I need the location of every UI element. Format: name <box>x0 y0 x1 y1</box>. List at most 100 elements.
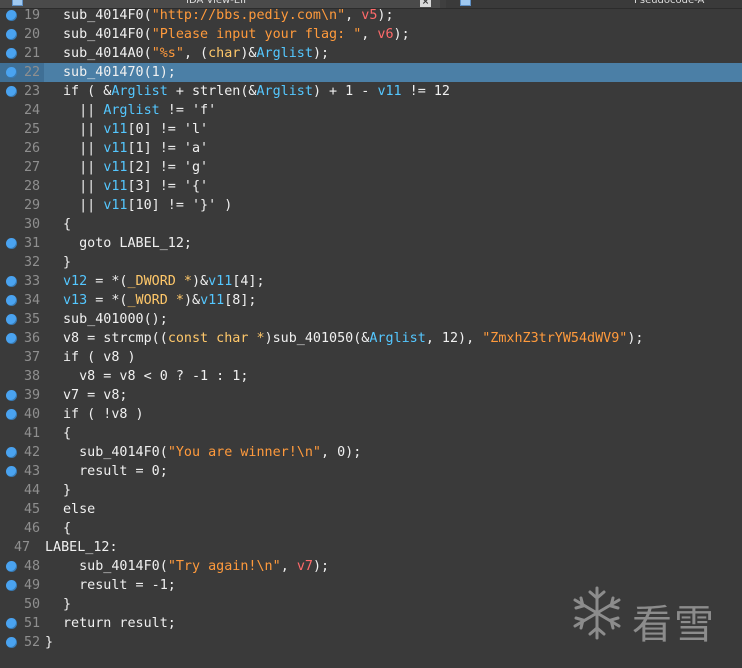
code-line-43[interactable]: 43 result = 0; <box>0 462 742 481</box>
line-number: 21 <box>24 46 41 61</box>
code-text: if ( &Arglist + strlen(&Arglist) + 1 - v… <box>63 84 450 99</box>
code-line-41[interactable]: 41 { <box>0 424 742 443</box>
code-line-42[interactable]: 42 sub_4014F0("You are winner!\n", 0); <box>0 443 742 462</box>
code-line-31[interactable]: 31 goto LABEL_12; <box>0 234 742 253</box>
line-number: 37 <box>24 350 41 365</box>
line-number: 43 <box>24 464 41 479</box>
line-number: 28 <box>24 179 41 194</box>
code-line-32[interactable]: 32} <box>0 253 742 272</box>
line-number: 51 <box>24 616 41 631</box>
line-number: 33 <box>24 274 41 289</box>
line-number: 24 <box>24 103 41 118</box>
code-text: v8 = v8 < 0 ? -1 : 1; <box>63 369 249 384</box>
breakpoint-icon[interactable] <box>6 276 17 287</box>
breakpoint-icon[interactable] <box>6 466 17 477</box>
code-line-50[interactable]: 50} <box>0 595 742 614</box>
line-number: 22 <box>24 65 41 80</box>
line-number: 34 <box>24 293 41 308</box>
code-text: sub_4014F0("Try again!\n", v7); <box>63 559 330 574</box>
line-number: 46 <box>24 521 41 536</box>
code-line-27[interactable]: 27 || v11[2] != 'g' <box>0 158 742 177</box>
code-line-30[interactable]: 30 { <box>0 215 742 234</box>
code-line-40[interactable]: 40 if ( !v8 ) <box>0 405 742 424</box>
line-number: 30 <box>24 217 41 232</box>
line-number: 41 <box>24 426 41 441</box>
breakpoint-icon[interactable] <box>6 29 17 40</box>
code-text: v8 = strcmp((const char *)sub_401050(&Ar… <box>63 331 644 346</box>
code-line-51[interactable]: 51 return result; <box>0 614 742 633</box>
watermark-text: 看雪 <box>632 602 716 648</box>
code-line-23[interactable]: 23 if ( &Arglist + strlen(&Arglist) + 1 -… <box>0 82 742 101</box>
code-line-34[interactable]: 34 v13 = *(_WORD *)&v11[8]; <box>0 291 742 310</box>
code-text: v12 = *(_DWORD *)&v11[4]; <box>63 274 265 289</box>
breakpoint-icon[interactable] <box>6 409 17 420</box>
code-text: { <box>63 521 72 536</box>
code-line-29[interactable]: 29 || v11[10] != '}' ) <box>0 196 742 215</box>
code-line-36[interactable]: 36 v8 = strcmp((const char *)sub_401050(&… <box>0 329 742 348</box>
line-number: 35 <box>24 312 41 327</box>
code-text: if ( v8 ) <box>63 350 136 365</box>
breakpoint-icon[interactable] <box>6 67 17 78</box>
code-line-38[interactable]: 38 v8 = v8 < 0 ? -1 : 1; <box>0 367 742 386</box>
code-text: sub_4014F0("http://bbs.pediy.com\n", v5)… <box>63 8 394 23</box>
code-line-35[interactable]: 35 sub_401000(); <box>0 310 742 329</box>
code-line-37[interactable]: 37 if ( v8 ) <box>0 348 742 367</box>
code-line-52[interactable]: 52} <box>0 633 742 652</box>
code-line-25[interactable]: 25 || v11[0] != 'l' <box>0 120 742 139</box>
code-line-26[interactable]: 26 || v11[1] != 'a' <box>0 139 742 158</box>
line-number: 48 <box>24 559 41 574</box>
code-line-48[interactable]: 48 sub_4014F0("Try again!\n", v7); <box>0 557 742 576</box>
code-text: || v11[0] != 'l' <box>63 122 209 137</box>
breakpoint-icon[interactable] <box>6 86 17 97</box>
code-text: sub_4014F0("Please input your flag: ", v… <box>63 27 410 42</box>
code-text: v7 = v8; <box>63 388 128 403</box>
pseudocode-view[interactable]: 19 sub_4014F0("http://bbs.pediy.com\n", v… <box>0 6 742 652</box>
code-text: || v11[3] != '{' <box>63 179 209 194</box>
code-line-39[interactable]: 39 v7 = v8; <box>0 386 742 405</box>
line-number: 19 <box>24 8 41 23</box>
breakpoint-icon[interactable] <box>6 10 17 21</box>
code-text: return result; <box>63 616 176 631</box>
code-line-19[interactable]: 19 sub_4014F0("http://bbs.pediy.com\n", v… <box>0 6 742 25</box>
breakpoint-icon[interactable] <box>6 561 17 572</box>
code-line-46[interactable]: 46 { <box>0 519 742 538</box>
code-line-22-current[interactable]: 22 sub_401470(1); <box>0 63 742 82</box>
breakpoint-icon[interactable] <box>6 580 17 591</box>
code-line-20[interactable]: 20 sub_4014F0("Please input your flag: ",… <box>0 25 742 44</box>
breakpoint-icon[interactable] <box>6 295 17 306</box>
breakpoint-icon[interactable] <box>6 238 17 249</box>
code-line-45[interactable]: 45 else <box>0 500 742 519</box>
code-text: } <box>45 635 54 650</box>
line-number: 47 <box>14 540 31 555</box>
breakpoint-icon[interactable] <box>6 447 17 458</box>
line-number: 29 <box>24 198 41 213</box>
line-number: 31 <box>24 236 41 251</box>
breakpoint-icon[interactable] <box>6 618 17 629</box>
line-number: 27 <box>24 160 41 175</box>
code-text: || v11[10] != '}' ) <box>63 198 233 213</box>
line-number: 20 <box>24 27 41 42</box>
breakpoint-icon[interactable] <box>6 333 17 344</box>
code-line-21[interactable]: 21 sub_4014A0("%s", (char)&Arglist); <box>0 44 742 63</box>
code-line-33[interactable]: 33 v12 = *(_DWORD *)&v11[4]; <box>0 272 742 291</box>
code-text: result = 0; <box>63 464 168 479</box>
line-number: 45 <box>24 502 41 517</box>
snowflake-logo-icon <box>573 586 621 640</box>
line-number: 49 <box>24 578 41 593</box>
code-text: { <box>63 217 72 232</box>
code-line-49[interactable]: 49 result = -1; <box>0 576 742 595</box>
breakpoint-icon[interactable] <box>6 314 17 325</box>
line-number: 52 <box>24 635 41 650</box>
code-line-28[interactable]: 28 || v11[3] != '{' <box>0 177 742 196</box>
code-text: result = -1; <box>63 578 176 593</box>
code-label: LABEL_12: <box>45 540 118 555</box>
breakpoint-icon[interactable] <box>6 637 17 648</box>
line-number: 26 <box>24 141 41 156</box>
breakpoint-icon[interactable] <box>6 48 17 59</box>
code-line-47[interactable]: 47 LABEL_12: <box>0 538 742 557</box>
breakpoint-icon[interactable] <box>6 390 17 401</box>
code-text: } <box>63 597 72 612</box>
code-text: || Arglist != 'f' <box>63 103 217 118</box>
code-line-44[interactable]: 44} <box>0 481 742 500</box>
code-line-24[interactable]: 24 || Arglist != 'f' <box>0 101 742 120</box>
